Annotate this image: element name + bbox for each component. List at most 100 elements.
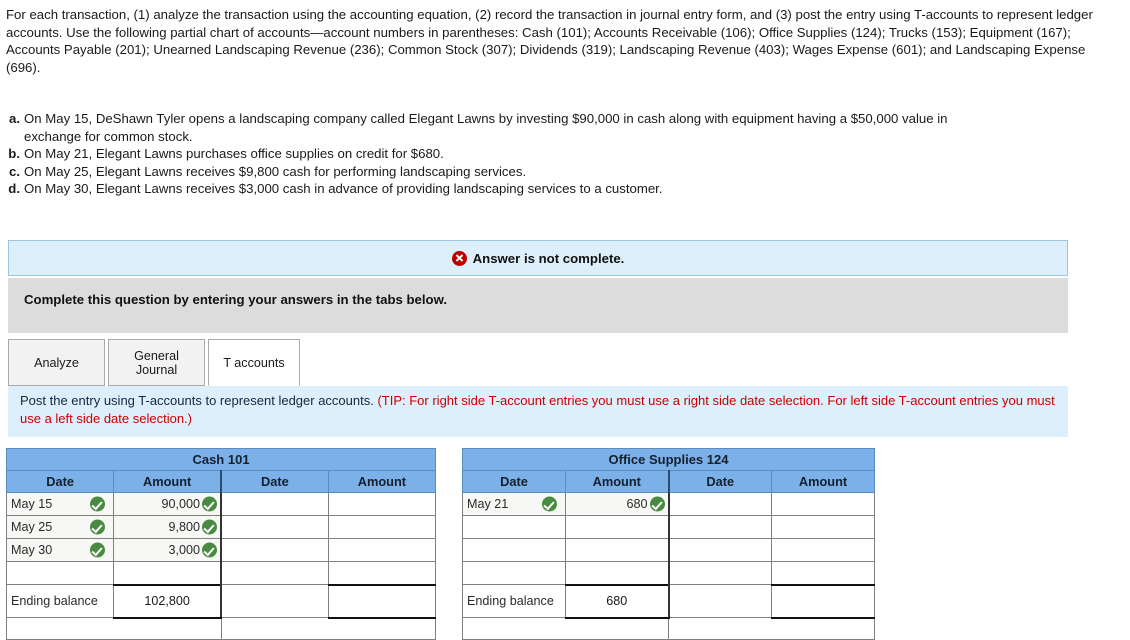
cell-text: 90,000 [161,497,200,511]
cell-date-right[interactable] [220,538,329,562]
transaction-label: b. [8,146,20,162]
column-header-amount-left: Amount [565,470,670,493]
check-icon [202,496,217,512]
cell-date-left[interactable]: May 21 [462,492,566,516]
cell-text: May 15 [11,497,53,511]
cell-text: 3,000 [168,543,200,557]
answer-status-banner: Answer is not complete. [8,240,1068,276]
column-header-date-left: Date [5,470,115,493]
tab-instruction-lead: Post the entry using T-accounts to repre… [20,393,378,408]
table-row-spacer [462,617,875,640]
cell-amount-left[interactable]: 680 [565,492,670,516]
ending-balance-amount-left: 102,800 [113,583,223,619]
cell-date-left[interactable] [462,515,566,539]
answer-status-text: Answer is not complete. [472,250,625,266]
cell-amount-right[interactable] [327,515,437,539]
error-x-icon [451,250,467,266]
cell-date-left[interactable]: May 30 [5,538,115,562]
list-item: c. On May 25, Elegant Lawns receives $9,… [6,163,1006,181]
cell-amount-right[interactable] [327,538,437,562]
cell-date-right[interactable] [220,492,329,516]
tab-label: Analyze [34,355,79,370]
cell-date-right[interactable] [668,561,772,585]
cell-amount-right[interactable] [771,515,875,539]
cell-text: 9,800 [168,520,200,534]
cell-amount-right[interactable] [771,492,875,516]
t-account-table: Cash 101 Date Amount Date Amount May 15 … [5,448,437,640]
column-header-date-left: Date [462,470,566,493]
question-intro-paragraph: For each transaction, (1) analyze the tr… [6,7,1093,75]
ending-balance-label-right [668,584,772,618]
instruction-bar: Complete this question by entering your … [8,278,1068,333]
cell-date-left[interactable]: May 25 [5,515,115,539]
cell-date-left[interactable] [462,561,566,585]
tab-label: T accounts [223,355,285,370]
cell-date-left[interactable] [5,561,115,585]
cell-date-right[interactable] [220,561,329,585]
table-row-ending-balance: Ending balance 680 [462,583,875,619]
cell-amount-left[interactable]: 3,000 [113,538,223,562]
cell-date-right[interactable] [668,538,772,562]
ending-balance-amount-right [327,583,437,619]
ending-balance-label: Ending balance [5,584,115,618]
check-icon [202,519,217,535]
transaction-list: a. On May 15, DeShawn Tyler opens a land… [6,110,1006,198]
transaction-text: On May 25, Elegant Lawns receives $9,800… [24,163,527,179]
t-account-title: Cash 101 [6,448,436,471]
tab-general-journal[interactable]: General Journal [108,339,205,386]
column-header-amount-right: Amount [771,470,875,493]
column-header-amount-left: Amount [113,470,223,493]
table-row: Office Supplies 124 [462,448,875,471]
cell-amount-left[interactable]: 90,000 [113,492,223,516]
tab-instruction-panel: Post the entry using T-accounts to repre… [8,386,1068,437]
instruction-bar-text: Complete this question by entering your … [24,292,448,307]
ending-balance-label-right [220,584,329,618]
cell-text: 680 [626,497,648,511]
cell-amount-left[interactable] [565,538,670,562]
table-row: May 15 90,000 [5,492,437,516]
cell-date-right[interactable] [668,492,772,516]
spacer-cell-left [462,617,669,640]
spacer-cell-right [220,617,436,640]
tab-t-accounts[interactable]: T accounts [208,339,300,386]
check-icon [202,542,217,558]
check-icon [90,519,106,535]
column-header-amount-right: Amount [327,470,437,493]
status-badge: Answer is not complete. [451,250,625,266]
transaction-label: c. [9,163,20,179]
transaction-text: On May 21, Elegant Lawns purchases offic… [24,146,444,162]
cell-date-right[interactable] [220,515,329,539]
t-account-title: Office Supplies 124 [462,448,875,471]
list-item: b. On May 21, Elegant Lawns purchases of… [6,145,1006,163]
cell-date-left[interactable] [462,538,566,562]
table-row: May 21 680 [462,492,875,516]
t-account-cash: Cash 101 Date Amount Date Amount May 15 … [5,448,437,640]
transaction-label: d. [8,181,20,197]
cell-date-right[interactable] [668,515,772,539]
cell-text: May 25 [11,520,53,534]
table-row: Cash 101 [6,448,436,471]
table-row [462,515,875,539]
cell-amount-left[interactable] [565,515,670,539]
ending-balance-label: Ending balance [462,584,566,618]
cell-amount-left[interactable] [565,561,670,585]
spacer-cell-right [668,617,875,640]
cell-amount-right[interactable] [327,561,437,585]
cell-amount-left[interactable]: 9,800 [113,515,223,539]
t-account-table: Office Supplies 124 Date Amount Date Amo… [462,448,875,640]
list-item: a. On May 15, DeShawn Tyler opens a land… [6,110,1006,145]
cell-amount-right[interactable] [771,561,875,585]
cell-amount-right[interactable] [771,538,875,562]
table-row-spacer [6,617,436,640]
tab-analyze[interactable]: Analyze [8,339,105,386]
table-row: Date Amount Date Amount [5,470,437,493]
table-row: May 25 9,800 [5,515,437,539]
cell-amount-right[interactable] [327,492,437,516]
cell-date-left[interactable]: May 15 [5,492,115,516]
cell-amount-left[interactable] [113,561,223,585]
check-icon [90,496,106,512]
tab-bar: Analyze General Journal T accounts [8,339,1068,387]
question-page: For each transaction, (1) analyze the tr… [0,0,1130,640]
table-row [5,561,437,585]
table-row: May 30 3,000 [5,538,437,562]
